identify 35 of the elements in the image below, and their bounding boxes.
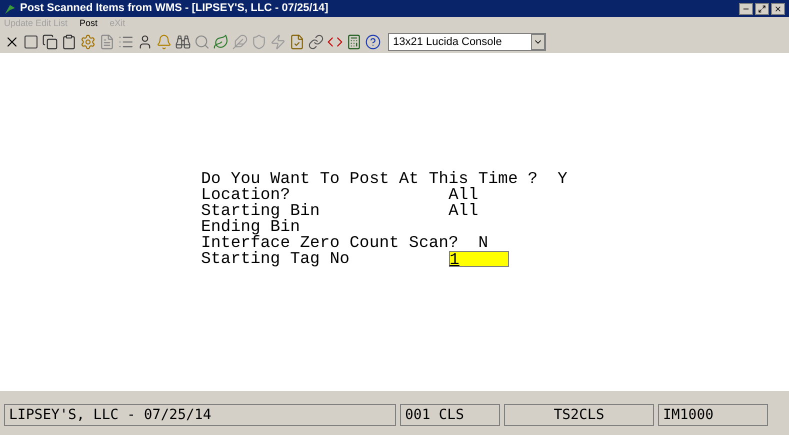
app-icon xyxy=(4,2,16,14)
font-select[interactable]: 13x21 Lucida Console xyxy=(388,33,546,51)
status-field: 001 CLS xyxy=(400,404,500,426)
maximize-button[interactable] xyxy=(755,2,769,14)
select-icon[interactable] xyxy=(23,34,39,50)
binoculars-icon[interactable] xyxy=(175,34,191,50)
link-icon[interactable] xyxy=(308,34,324,50)
status-field: LIPSEY'S, LLC - 07/25/14 xyxy=(4,404,396,426)
field-label: Do You Want To Post At This Time ? xyxy=(201,171,539,187)
copy-icon[interactable] xyxy=(42,34,58,50)
leaf-icon[interactable] xyxy=(213,34,229,50)
close-icon xyxy=(774,4,782,12)
calculator-icon[interactable] xyxy=(346,34,362,50)
input-field[interactable]: 1 xyxy=(448,251,509,267)
field-label: Location? xyxy=(201,187,292,203)
dropdown-button[interactable] xyxy=(531,34,545,50)
maximize-icon xyxy=(758,4,766,12)
person-icon[interactable] xyxy=(137,34,153,50)
field-label: Ending Bin xyxy=(201,219,302,235)
paste-icon[interactable] xyxy=(61,34,77,50)
document-check-icon[interactable] xyxy=(289,34,305,50)
field-value: N xyxy=(478,235,488,251)
field-label: Starting Bin xyxy=(201,203,321,219)
status-field: IM1000 xyxy=(658,404,768,426)
window-title: Post Scanned Items from WMS - [LIPSEY'S, LLC - 07/25/14] xyxy=(20,1,328,16)
field-value: All xyxy=(448,203,478,219)
close-button[interactable] xyxy=(771,2,785,14)
field-value: Y xyxy=(557,171,568,187)
field-label: Starting Tag No xyxy=(201,251,351,267)
status-field: TS2CLS xyxy=(504,404,654,426)
menu-item[interactable]: Post xyxy=(80,17,98,31)
field-value: All xyxy=(448,187,478,203)
help-icon[interactable] xyxy=(365,34,381,50)
field-label: Interface Zero Count Scan? xyxy=(201,235,460,251)
minimize-button[interactable] xyxy=(739,2,753,14)
